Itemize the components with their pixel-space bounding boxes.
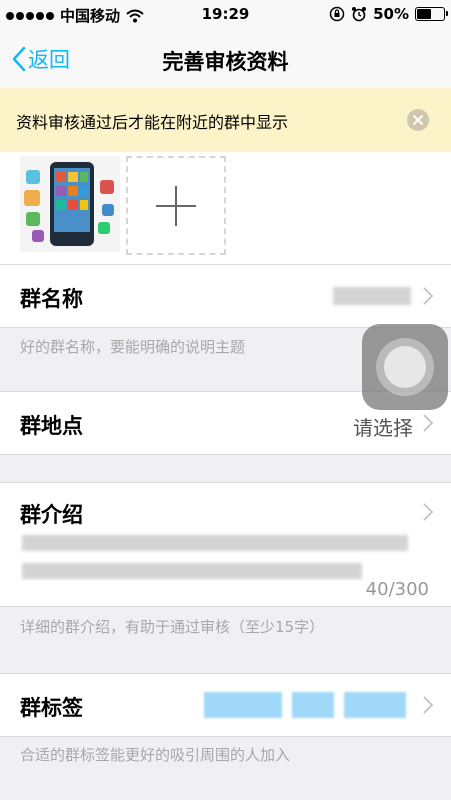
close-circle-icon[interactable] <box>407 109 429 131</box>
add-photo-button[interactable] <box>126 156 226 255</box>
divider <box>0 606 451 607</box>
tag-chip-blurred <box>344 692 406 718</box>
group-photos <box>0 152 451 264</box>
group-name-label: 群名称 <box>20 287 83 311</box>
tag-chip-blurred <box>204 692 282 718</box>
group-name-value-blurred <box>333 287 411 305</box>
tag-chip-blurred <box>292 692 334 718</box>
group-avatar-image[interactable] <box>20 156 120 252</box>
notice-text: 资料审核通过后才能在附近的群中显示 <box>16 113 289 132</box>
chevron-right-icon <box>423 696 433 714</box>
group-tags-label: 群标签 <box>20 696 83 720</box>
page-title: 完善审核资料 <box>162 50 289 74</box>
battery-icon <box>415 7 448 21</box>
group-name-hint: 好的群名称，要能明确的说明主题 <box>20 338 246 356</box>
divider <box>0 736 451 737</box>
chevron-right-icon <box>423 503 433 521</box>
group-name-row[interactable]: 群名称 <box>0 265 451 327</box>
group-intro-row[interactable]: 群介绍 40/300 <box>0 483 451 606</box>
rotation-lock-icon <box>329 6 345 22</box>
status-bar: 中国移动 19:29 50% <box>0 0 451 30</box>
status-right: 50% <box>329 5 448 23</box>
group-intro-hint: 详细的群介绍，有助于通过审核（至少15字） <box>20 618 325 636</box>
group-location-label: 群地点 <box>20 414 83 438</box>
group-intro-text-blurred <box>22 563 362 579</box>
group-tags-hint: 合适的群标签能更好的吸引周围的人加入 <box>20 746 291 764</box>
group-intro-label: 群介绍 <box>20 503 83 527</box>
battery-percent: 50% <box>373 5 409 23</box>
group-intro-text-blurred <box>22 535 408 551</box>
chevron-right-icon <box>423 287 433 305</box>
navigation-bar: 返回 完善审核资料 <box>0 30 451 88</box>
plus-icon <box>156 185 196 226</box>
chevron-right-icon <box>423 414 433 432</box>
divider <box>0 454 451 455</box>
group-location-value: 请选择 <box>353 416 413 440</box>
notice-banner: 资料审核通过后才能在附近的群中显示 <box>0 88 451 152</box>
assistive-touch-button[interactable] <box>362 324 448 410</box>
intro-char-counter: 40/300 <box>365 579 429 600</box>
group-tags-row[interactable]: 群标签 <box>0 674 451 736</box>
alarm-icon <box>352 7 367 22</box>
